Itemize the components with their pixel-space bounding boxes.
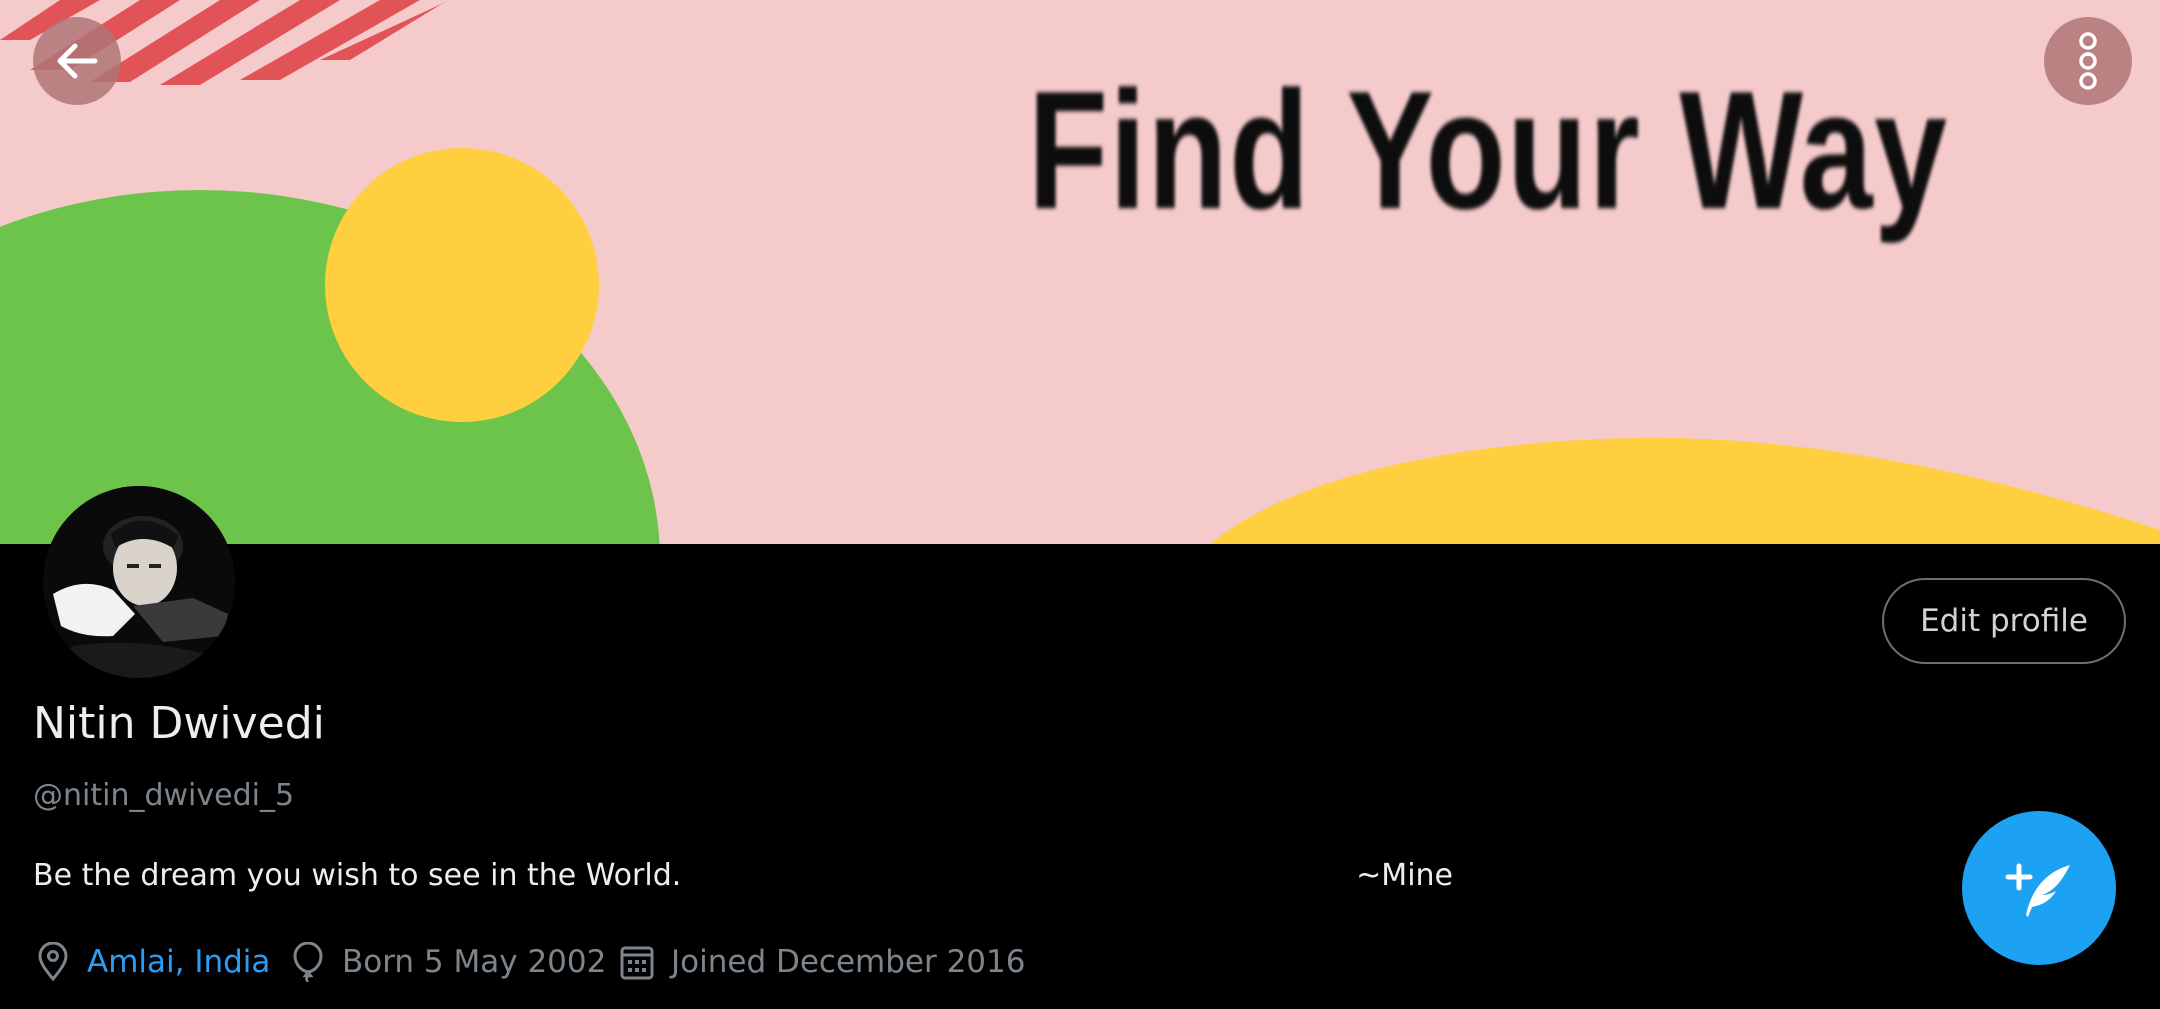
profile-birthdate: Born 5 May 2002 <box>288 940 606 984</box>
more-vertical-icon <box>2079 32 2097 90</box>
profile-banner[interactable]: Find Your Way <box>0 0 2160 544</box>
avatar[interactable] <box>43 486 235 678</box>
banner-title: Find Your Way <box>1028 56 1949 244</box>
location-link[interactable]: Amlai, India <box>87 940 270 984</box>
bio-text: Be the dream you wish to see in the Worl… <box>33 858 682 893</box>
location-pin-icon <box>33 942 73 982</box>
arrow-left-icon <box>57 43 98 79</box>
more-options-button[interactable] <box>2044 17 2132 105</box>
balloon-icon <box>288 942 328 982</box>
profile-name: Nitin Dwivedi <box>33 698 325 749</box>
profile-joined: Joined December 2016 <box>617 940 1025 984</box>
compose-tweet-icon <box>2005 863 2070 917</box>
banner-yellow-wave <box>1210 437 2160 544</box>
joined-text: Joined December 2016 <box>671 944 1026 980</box>
compose-tweet-button[interactable] <box>1962 811 2116 965</box>
profile-handle: @nitin_dwivedi_5 <box>33 778 295 813</box>
edit-profile-button[interactable]: Edit profile <box>1882 578 2126 664</box>
banner-yellow-circle <box>325 148 599 422</box>
profile-bio: Be the dream you wish to see in the Worl… <box>33 856 1453 896</box>
avatar-image <box>43 486 235 678</box>
bio-signature: ~Mine <box>1356 858 1453 893</box>
back-button[interactable] <box>33 17 121 105</box>
birthdate-text: Born 5 May 2002 <box>342 944 607 980</box>
profile-location[interactable]: Amlai, India <box>33 940 270 984</box>
calendar-icon <box>617 942 657 982</box>
